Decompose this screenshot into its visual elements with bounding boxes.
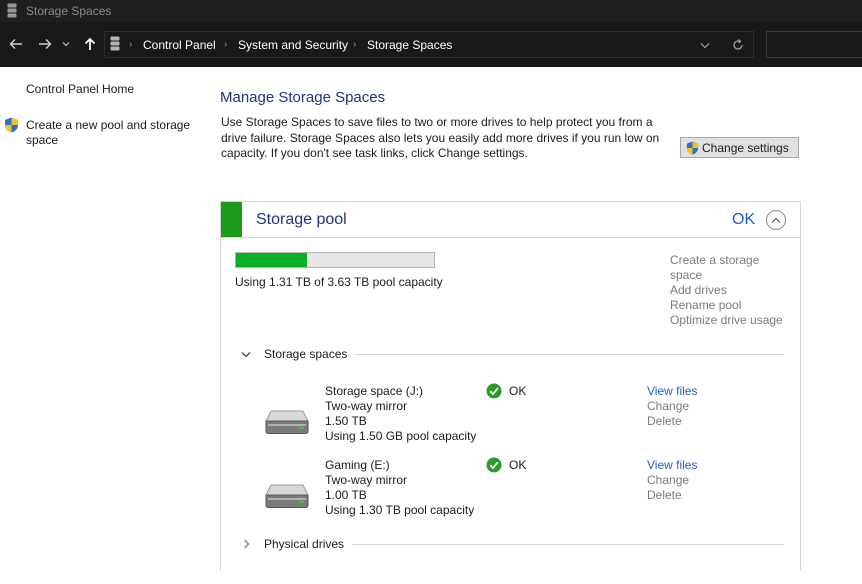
space-size: 1.00 TB [325,488,367,502]
recent-locations-button[interactable] [59,34,73,54]
pool-capacity-fill [236,253,308,267]
title-bar: Storage Spaces [0,0,862,22]
create-pool-link-line2: space [26,133,59,147]
section-divider [352,543,784,545]
chevron-down-icon[interactable] [700,42,710,49]
arrow-up-icon [84,37,96,50]
space-usage: Using 1.30 TB pool capacity [325,503,475,517]
pool-name: Storage pool [256,211,347,228]
storage-pool-panel: Storage pool OK Using 1.31 TB of 3.63 TB… [220,201,801,571]
storage-space-item: Storage space (J:) Two-way mirror 1.50 T… [221,383,800,453]
uac-shield-icon [5,117,18,133]
create-new-pool-link[interactable]: Create a new pool and storage space [26,118,190,148]
change-space-link[interactable]: Change [647,473,689,487]
space-name: Gaming (E:) [325,458,390,472]
window-title: Storage Spaces [26,4,112,18]
search-box[interactable] [766,31,862,58]
storage-pool-header: Storage pool OK [221,202,800,238]
optimize-drive-usage-link[interactable]: Optimize drive usage [670,313,790,328]
control-panel-home-link[interactable]: Control Panel Home [26,82,134,97]
space-resiliency: Two-way mirror [325,399,408,413]
pool-status: OK [732,211,756,228]
back-button[interactable] [6,34,26,54]
breadcrumb-separator-icon: › [129,39,133,50]
storage-spaces-section-toggle[interactable]: Storage spaces [239,347,784,361]
breadcrumb-separator-icon: › [224,39,228,50]
space-status: OK [509,384,527,398]
space-usage: Using 1.50 GB pool capacity [325,429,477,443]
pool-capacity-text: Using 1.31 TB of 3.63 TB pool capacity [235,275,443,289]
breadcrumb-separator-icon: › [353,39,357,50]
change-settings-button[interactable]: Change settings [680,137,799,158]
hard-drive-icon [265,410,309,434]
chevron-right-icon [239,537,253,551]
ok-check-icon [486,457,502,473]
storage-spaces-icon [7,3,17,18]
storage-spaces-icon [110,36,120,51]
refresh-icon[interactable] [732,39,744,51]
breadcrumb-system-and-security[interactable]: System and Security [238,38,348,52]
up-button[interactable] [80,34,100,54]
page-title: Manage Storage Spaces [220,89,386,106]
change-settings-label: Change settings [702,140,789,155]
storage-space-item: Gaming (E:) Two-way mirror 1.00 TB Using… [221,457,800,527]
create-storage-space-link[interactable]: Create a storage space [670,253,790,283]
section-divider [355,353,784,355]
pool-capacity-bar [235,252,435,268]
ok-check-icon [486,383,502,399]
create-storage-space-line2: space [670,268,703,282]
collapse-pool-button[interactable] [766,210,786,230]
navigation-bar: › Control Panel › System and Security › … [0,22,862,67]
physical-drives-section-toggle[interactable]: Physical drives [239,537,784,551]
create-storage-space-line1: Create a storage [670,253,760,267]
space-size: 1.50 TB [325,414,367,428]
delete-space-link[interactable]: Delete [647,488,682,502]
forward-button[interactable] [35,34,55,54]
chevron-up-icon [771,217,781,223]
page-description: Use Storage Spaces to save files to two … [221,115,661,162]
uac-shield-icon [686,141,699,154]
storage-spaces-header: Storage spaces [264,347,348,361]
rename-pool-link[interactable]: Rename pool [670,298,790,313]
physical-drives-header: Physical drives [264,537,345,551]
hard-drive-icon [265,484,309,508]
delete-space-link[interactable]: Delete [647,414,682,428]
pool-status-strip [221,202,242,237]
space-resiliency: Two-way mirror [325,473,408,487]
description-line: Use Storage Spaces to save files to two … [221,115,653,129]
description-line: capacity. If you don't see task links, c… [221,146,528,160]
space-name: Storage space (J:) [325,384,424,398]
change-space-link[interactable]: Change [647,399,689,413]
description-line: drive failure. Storage Spaces also lets … [221,130,660,145]
arrow-left-icon [9,39,22,49]
breadcrumb-storage-spaces[interactable]: Storage Spaces [367,38,452,52]
view-files-link[interactable]: View files [647,458,697,472]
breadcrumb-control-panel[interactable]: Control Panel [143,38,216,52]
arrow-right-icon [39,39,52,49]
chevron-down-icon [62,42,70,47]
create-pool-link-line1: Create a new pool and storage [26,118,191,132]
chevron-down-icon [239,347,253,361]
add-drives-link[interactable]: Add drives [670,283,790,298]
view-files-link[interactable]: View files [647,384,697,398]
space-status: OK [509,458,527,472]
address-bar[interactable]: › Control Panel › System and Security › … [104,31,754,58]
